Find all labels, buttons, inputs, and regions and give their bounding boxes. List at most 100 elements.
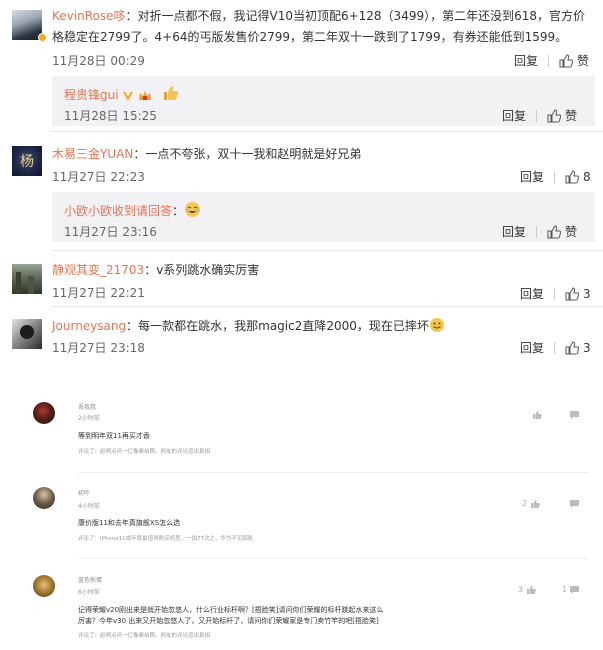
thumbs-up-icon[interactable] (527, 586, 536, 594)
comment-username[interactable]: Journeysang (52, 319, 126, 333)
comment-time: 11月28日 00:29 (52, 54, 145, 68)
comment-item: 静观其变_21703：v系列跳水确实厉害 11月27日 22:21 回复 3 (0, 252, 603, 306)
divider (536, 109, 538, 122)
comment-item: Journeysang：每一款都在跳水，我那magic2直降2000，现在已摔坏… (0, 307, 603, 363)
comment-text-body: ：每一款都在跳水，我那magic2直降2000，现在已摔坏 (126, 319, 429, 333)
sub-reply-username[interactable]: 小欧小欧收到请回答 (64, 204, 172, 218)
comment-username[interactable]: 蓝色煎蛋 (78, 575, 102, 584)
comment-item: KevinRose哆：对折一点都不假，我记得V10当初顶配6+128（3499）… (0, 0, 603, 128)
reply-button[interactable]: 回复 (502, 107, 526, 124)
comment-icon[interactable] (570, 586, 579, 594)
like-count: 3 (518, 585, 524, 594)
laughing-emoji-icon (184, 201, 201, 221)
comment-text: 等到明年双11再买才香 (78, 432, 150, 440)
avatar[interactable] (12, 264, 42, 294)
comment-icon[interactable] (570, 411, 579, 419)
comment-time: 11月27日 22:21 (52, 286, 145, 300)
comment-username[interactable]: 木易三金YUAN (52, 147, 133, 161)
divider (554, 341, 556, 354)
avatar[interactable] (33, 575, 55, 597)
thumbs-up-icon[interactable] (565, 169, 580, 184)
thumbs-up-icon[interactable] (547, 108, 562, 123)
crown-icon (138, 90, 152, 105)
sub-reply-actions: 回复 赞 (502, 223, 577, 240)
comment-username[interactable]: 静观其变_21703 (52, 263, 144, 277)
comment-text: KevinRose哆：对折一点都不假，我记得V10当初顶配6+128（3499）… (52, 8, 585, 25)
reply-button[interactable]: 回复 (520, 168, 544, 185)
comment-text: 康价版11和去年真旗舰XS怎么选 (78, 519, 181, 527)
reply-button[interactable]: 回复 (520, 339, 544, 356)
sub-reply-body: ： (172, 204, 185, 218)
like-button[interactable]: 赞 (577, 52, 589, 69)
comment-username[interactable]: KevinRose哆 (52, 9, 125, 23)
comment-text-line1: 记得荣耀v20刚出来是就开始忽悠人，什么行业标杆啊？[捂脸笑]请问你们荣耀的标杆… (78, 606, 384, 614)
comment-actions: 回复 赞 (514, 52, 589, 69)
comment-time: 4小时前 (78, 503, 100, 510)
comment-text: Journeysang：每一款都在跳水，我那magic2直降2000，现在已摔坏 (52, 317, 445, 338)
comment-source[interactable]: 评论了：赵明点评一亿像素拍照，网友的评论道出真相 (78, 631, 210, 639)
comment-time: 11月27日 22:23 (52, 170, 145, 184)
list-item: 初叶 4小时前 康价版11和去年真旗舰XS怎么选 评论了：iPhone11成年度… (0, 480, 603, 560)
comment-actions: 回复 3 (520, 339, 591, 356)
thumbs-up-icon[interactable] (565, 286, 580, 301)
thumbs-up-emoji-icon (162, 84, 180, 105)
divider (78, 558, 588, 559)
sub-reply-text: 程贵锋gui (64, 84, 180, 105)
sub-reply: 程贵锋gui 11月28日 15:25 回复 赞 (52, 76, 595, 126)
avatar[interactable]: 杨 (12, 146, 42, 176)
thumbs-up-icon[interactable] (565, 340, 580, 355)
avatar[interactable] (33, 402, 55, 424)
comment-username[interactable]: 吾我我 (78, 402, 96, 411)
sub-reply-text: 小欧小欧收到请回答： (64, 201, 201, 221)
comment-username[interactable]: 初叶 (78, 488, 90, 497)
comment-count: 1 (562, 585, 568, 594)
comment-source[interactable]: 评论了：赵明点评一亿像素拍照，网友的评论道出真相 (78, 447, 210, 455)
comment-time: 2小时前 (78, 415, 100, 422)
comment-time: 6小时前 (78, 589, 100, 596)
comment-text: 静观其变_21703：v系列跳水确实厉害 (52, 262, 259, 279)
thumbs-up-icon[interactable] (533, 411, 542, 419)
smile-emoji-icon (429, 317, 445, 338)
avatar[interactable] (33, 487, 55, 509)
thumbs-up-icon[interactable] (531, 500, 540, 508)
like-count: 3 (583, 340, 591, 355)
section-gap (0, 360, 603, 374)
like-count: 8 (583, 169, 591, 184)
gold-v-icon (122, 90, 134, 105)
sub-reply-time: 11月27日 23:16 (64, 225, 157, 239)
avatar[interactable] (12, 319, 42, 349)
comment-text-line1: ：对折一点都不假，我记得V10当初顶配6+128（3499），第二年还没到618… (125, 9, 586, 23)
divider (52, 250, 603, 251)
comment-text-body: ：一点不夸张，双十一我和赵明就是好兄弟 (133, 147, 362, 161)
thumbs-up-icon[interactable] (547, 224, 562, 239)
divider (78, 472, 588, 473)
divider (536, 225, 538, 238)
avatar-glyph: 杨 (20, 154, 34, 170)
divider (548, 54, 550, 67)
comment-icon[interactable] (570, 500, 579, 508)
like-count: 3 (583, 286, 591, 301)
sub-reply: 小欧小欧收到请回答： 11月27日 23:16 回复 赞 (52, 192, 595, 242)
reply-button[interactable]: 回复 (514, 52, 538, 69)
sub-reply-username[interactable]: 程贵锋gui (64, 88, 119, 102)
thumbs-up-icon[interactable] (559, 53, 574, 68)
list-item: 吾我我 2小时前 等到明年双11再买才香 评论了：赵明点评一亿像素拍照，网友的评… (0, 395, 603, 465)
comment-actions: 回复 3 (520, 285, 591, 302)
comment-time: 11月27日 23:18 (52, 341, 145, 355)
v-badge-icon (38, 33, 47, 42)
comment-item: 杨 木易三金YUAN：一点不夸张，双十一我和赵明就是好兄弟 11月27日 22:… (0, 132, 603, 246)
divider (554, 170, 556, 183)
reply-button[interactable]: 回复 (520, 285, 544, 302)
weibo-comment-section: KevinRose哆：对折一点都不假，我记得V10当初顶配6+128（3499）… (0, 0, 603, 368)
like-button[interactable]: 赞 (565, 107, 577, 124)
list-item: 蓝色煎蛋 6小时前 记得荣耀v20刚出来是就开始忽悠人，什么行业标杆啊？[捂脸笑… (0, 568, 603, 650)
reply-button[interactable]: 回复 (502, 223, 526, 240)
comment-text: 木易三金YUAN：一点不夸张，双十一我和赵明就是好兄弟 (52, 146, 361, 163)
comment-actions: 回复 8 (520, 168, 591, 185)
like-count: 2 (522, 499, 528, 508)
comment-text-line2: 厉害？今年v30 出来又开始忽悠人了，又开始标杆了，请问你们荣耀家是专门卖竹竿的… (78, 617, 379, 625)
like-button[interactable]: 赞 (565, 223, 577, 240)
comment-source[interactable]: 评论了：iPhone11成年度最值得购买机型，一加7T次之，华为不见踪影 (78, 534, 253, 542)
comment-text-body: ：v系列跳水确实厉害 (144, 263, 260, 277)
comment-text-line2: 格稳定在2799了。4+64的丐版发售价2799，第二年双十一跌到了1799，有… (52, 30, 568, 44)
